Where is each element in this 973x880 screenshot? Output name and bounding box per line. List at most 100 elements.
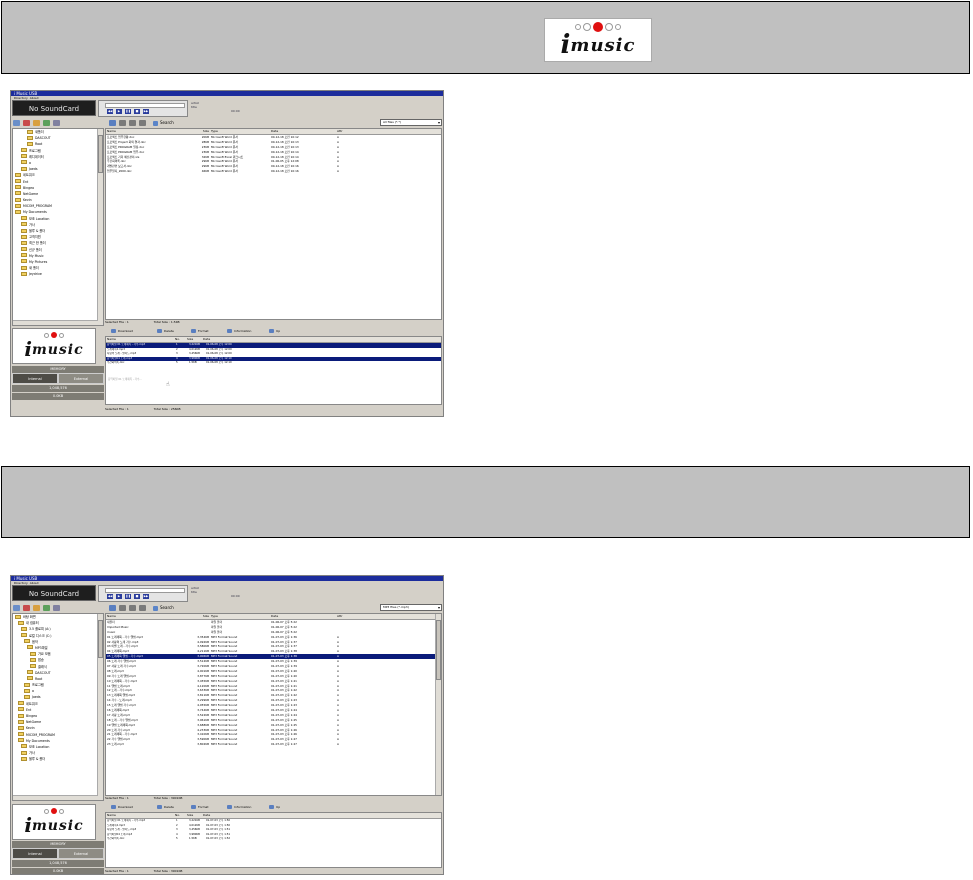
internal-button-2[interactable]: Internal (12, 848, 58, 859)
device-file-row[interactable]: 주간회의록.doc 5 1.5KB 01-06-08 오후 12:10 (106, 361, 441, 366)
dev-col-no-2[interactable]: No. (174, 813, 186, 818)
next-button-2[interactable]: ▶▶ (143, 594, 149, 599)
folder-tree-2[interactable]: 바탕 화면 내 컴퓨터 3.5 플로피 (A:) 로컬 디스크 (C:) 음악 MP3파일… (12, 613, 104, 801)
tree-item-label: 프로그램 (29, 148, 41, 153)
list-view-icon[interactable] (129, 120, 136, 126)
delete-button-2[interactable]: Delete (157, 804, 174, 810)
prev-button-2[interactable]: ◀◀ (107, 594, 113, 599)
tree-item[interactable]: Jeydrive (13, 271, 103, 277)
refresh-icon[interactable] (43, 120, 50, 126)
pause-button[interactable]: ❚❚ (125, 109, 131, 114)
up-folder-icon[interactable] (109, 605, 116, 611)
tree-item-label: MICOM_PROGRAM (23, 204, 52, 209)
tree-item-label: Root (35, 142, 43, 147)
device-file-list-2[interactable]: Name No. Size Date 음악파일 01 노래제목 - 가수.mp3… (105, 812, 442, 868)
cut-icon[interactable] (119, 120, 126, 126)
detail-view-icon[interactable] (139, 605, 146, 611)
file-type: MP3 Format Sound (211, 742, 238, 747)
track-slider-2[interactable] (105, 588, 185, 593)
delete-icon[interactable] (23, 605, 30, 611)
search-button-2[interactable]: Search (153, 605, 174, 611)
folder-icon (21, 259, 27, 264)
information-button[interactable]: Information (227, 328, 251, 334)
col-name[interactable]: Name (106, 129, 188, 134)
detail-view-icon[interactable] (139, 120, 146, 126)
rename-icon[interactable] (33, 605, 40, 611)
col-attr-2[interactable]: Attr (336, 614, 356, 619)
next-button[interactable]: ▶▶ (143, 109, 149, 114)
dev-col-name[interactable]: Name (106, 337, 174, 342)
tree-item-label: NetGame (23, 191, 39, 196)
external-button-2[interactable]: External (58, 848, 104, 859)
download-button-2[interactable]: Download (111, 804, 133, 810)
folder-tree[interactable]: 새폴더 DASCOUT Root 프로그램 레디데이터 a Joeds 네트워크 Ent Bing… (12, 128, 104, 326)
file-row[interactable]: 업무일지_2000.doc 46KB Microsoft Word 문서 00-12-… (106, 169, 441, 174)
information-button-2[interactable]: Information (227, 804, 251, 810)
device-file-list[interactable]: Name No. Size Date 음악파일 01 노래제목 - 가수.mp3… (105, 336, 442, 405)
cut-icon[interactable] (119, 605, 126, 611)
stop-button-2[interactable]: ■ (134, 594, 140, 599)
folder-icon (15, 185, 21, 190)
device-file-row[interactable]: 주간회의록.doc 5 1.5KB 01-07-03 오후 1:52 (106, 837, 441, 842)
dev-col-size[interactable]: Size (186, 337, 202, 342)
file-filter-select[interactable]: All files (*.*) (380, 119, 442, 126)
new-folder-icon[interactable] (13, 120, 20, 126)
player-panel-2: ◀◀ ▶ ❚❚ ■ ▶▶ (98, 585, 188, 602)
tree-item[interactable]: 블루 & 폴더 (13, 756, 103, 762)
soundcard-label: No SoundCard (12, 100, 96, 116)
dev-col-no[interactable]: No. (174, 337, 186, 342)
up-folder-icon[interactable] (109, 120, 116, 126)
file-list-scrollbar-2[interactable] (435, 614, 441, 795)
col-type[interactable]: Type (210, 129, 270, 134)
tree-item-label: Joeds (29, 167, 38, 172)
col-attr[interactable]: Attr (336, 129, 356, 134)
play-button[interactable]: ▶ (116, 109, 122, 114)
folder-icon (21, 247, 27, 252)
search-button[interactable]: Search (153, 120, 174, 126)
file-list[interactable]: Name Size Type Date Attr 프로젝트 업무현황.doc 20… (105, 128, 442, 320)
col-size-2[interactable]: Size (188, 614, 210, 619)
col-name-2[interactable]: Name (106, 614, 188, 619)
dev-col-date-2[interactable]: Date (202, 813, 262, 818)
stop-button[interactable]: ■ (134, 109, 140, 114)
refresh-icon[interactable] (43, 605, 50, 611)
tree-item-label: My Documents (26, 738, 50, 743)
delete-icon[interactable] (23, 120, 30, 126)
external-button[interactable]: External (58, 373, 104, 384)
list-view-icon[interactable] (129, 605, 136, 611)
col-size[interactable]: Size (188, 129, 210, 134)
dev-col-date[interactable]: Date (202, 337, 262, 342)
format-button[interactable]: Format (191, 328, 209, 334)
delete-button[interactable]: Delete (157, 328, 174, 334)
col-date[interactable]: Date (270, 129, 336, 134)
pause-button-2[interactable]: ❚❚ (125, 594, 131, 599)
download-button[interactable]: Download (111, 328, 133, 334)
file-filter-select-2[interactable]: MP3 files (*.mp3) (380, 604, 442, 611)
play-button-2[interactable]: ▶ (116, 594, 122, 599)
properties-icon[interactable] (53, 120, 60, 126)
tree-scrollbar-2[interactable] (97, 614, 103, 800)
file-list-2[interactable]: Name Size Type Date Attr 새폴더 파일 폴더 01-06-0… (105, 613, 442, 796)
dev-col-name-2[interactable]: Name (106, 813, 174, 818)
col-type-2[interactable]: Type (210, 614, 270, 619)
memory-total: 1,048,576 (12, 385, 104, 392)
folder-icon (15, 191, 21, 196)
new-folder-icon[interactable] (13, 605, 20, 611)
prev-button[interactable]: ◀◀ (107, 109, 113, 114)
tree-item-label: Root (35, 676, 43, 681)
properties-icon[interactable] (53, 605, 60, 611)
tree-hscrollbar[interactable] (13, 320, 98, 325)
device-side-panel: MEMORY Internal External 1,048,576 0.0KB (12, 366, 104, 400)
tree-scrollbar[interactable] (97, 129, 103, 325)
col-date-2[interactable]: Date (270, 614, 336, 619)
up-button[interactable]: Up (269, 328, 280, 334)
rename-icon[interactable] (33, 120, 40, 126)
file-row[interactable]: 23 노래.mp3 3,802KB MP3 Format Sound 01-07-03… (106, 742, 441, 747)
internal-button[interactable]: Internal (12, 373, 58, 384)
up-button-2[interactable]: Up (269, 804, 280, 810)
tree-item-label: Jeydrive (29, 272, 42, 277)
tree-hscrollbar-2[interactable] (13, 795, 98, 800)
track-slider[interactable] (105, 103, 185, 108)
format-button-2[interactable]: Format (191, 804, 209, 810)
dev-col-size-2[interactable]: Size (186, 813, 202, 818)
